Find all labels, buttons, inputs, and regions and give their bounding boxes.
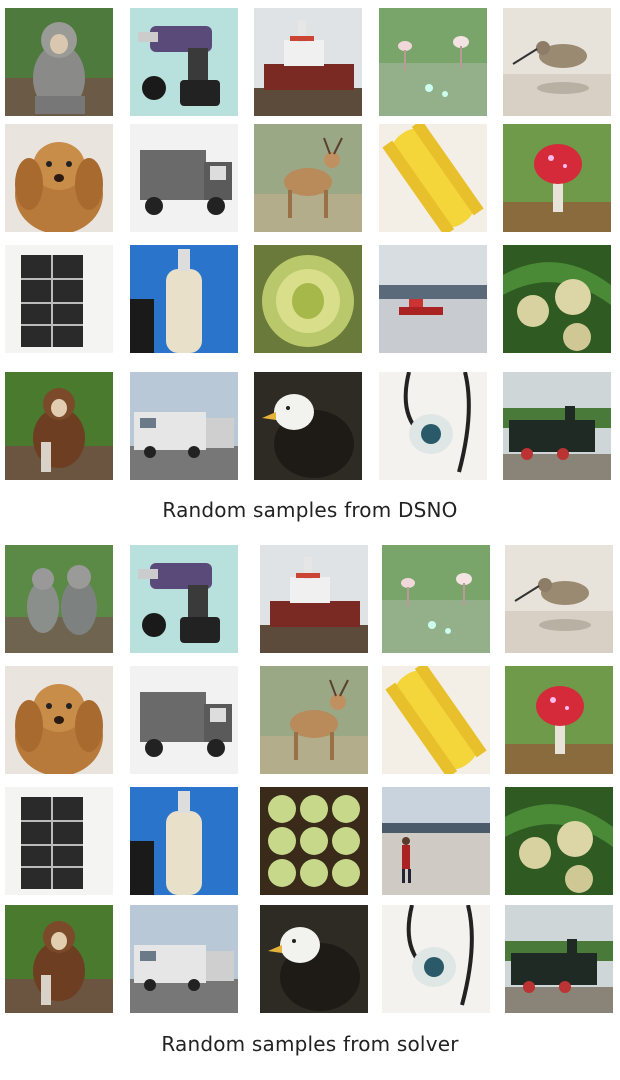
sample-image-drill (130, 8, 238, 116)
sample-image-harbor (379, 245, 487, 353)
sample-image-flamingos (379, 8, 487, 116)
solver-caption: Random samples from solver (161, 1032, 459, 1056)
sample-image-monkey (5, 8, 113, 116)
sample-image-monkeys (5, 545, 113, 653)
sample-image-fruit (503, 245, 611, 353)
sample-image-shorebird (503, 8, 611, 116)
sample-image-artichoke (254, 245, 362, 353)
sample-image-train (503, 372, 611, 480)
sample-image-eagle (254, 372, 362, 480)
sample-image-eagle (260, 905, 368, 1013)
sample-image-dog (5, 124, 113, 232)
sample-image-shorebird (505, 545, 613, 653)
sample-image-truck (130, 666, 238, 774)
sample-image-deer (260, 666, 368, 774)
sample-image-artichoke-tray (260, 787, 368, 895)
sample-image-bolo (379, 372, 487, 480)
sample-image-drill (130, 545, 238, 653)
sample-image-corn (382, 666, 490, 774)
dsno-caption: Random samples from DSNO (162, 498, 458, 522)
sample-image-flamingos (382, 545, 490, 653)
sample-image-fruit (505, 787, 613, 895)
sample-image-cabinet (5, 787, 113, 895)
sample-image-rv (130, 905, 238, 1013)
sample-image-train (505, 905, 613, 1013)
sample-image-monkey2 (5, 905, 113, 1013)
sample-image-boat (260, 545, 368, 653)
sample-image-cabinet (5, 245, 113, 353)
sample-image-mushroom (505, 666, 613, 774)
sample-image-corn (379, 124, 487, 232)
sample-image-rv (130, 372, 238, 480)
sample-image-deer (254, 124, 362, 232)
sample-image-monkey2 (5, 372, 113, 480)
sample-image-bolo (382, 905, 490, 1013)
sample-image-bottle (130, 245, 238, 353)
sample-image-mushroom (503, 124, 611, 232)
sample-image-boat (254, 8, 362, 116)
sample-image-truck (130, 124, 238, 232)
sample-image-beach-person (382, 787, 490, 895)
sample-image-bottle (130, 787, 238, 895)
sample-image-dog (5, 666, 113, 774)
